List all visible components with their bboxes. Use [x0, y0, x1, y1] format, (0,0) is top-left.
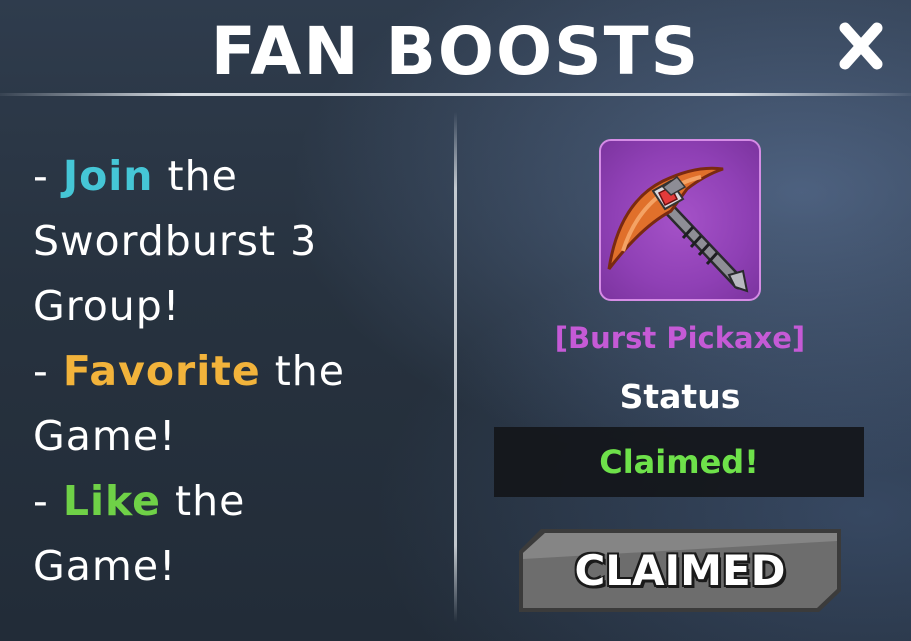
instruction-join: - Join the — [33, 144, 443, 209]
reward-item-name: [Burst Pickaxe] — [554, 321, 806, 355]
instruction-text: the — [153, 152, 238, 200]
panel-title: FAN BOOSTS — [210, 13, 701, 90]
reward-item-slot — [599, 139, 761, 301]
instruction-text: the — [160, 477, 246, 525]
title-divider — [0, 93, 911, 96]
instruction-text: Swordburst 3 — [33, 217, 318, 265]
status-box: Claimed! — [494, 427, 864, 497]
claimed-button[interactable]: CLAIMED — [519, 529, 841, 612]
bullet-dash: - — [33, 347, 63, 395]
highlight-join: Join — [62, 152, 154, 200]
instruction-like: - Like the — [33, 469, 443, 534]
instruction-text: the — [260, 347, 346, 395]
column-divider — [454, 112, 457, 622]
highlight-favorite: Favorite — [62, 347, 261, 395]
claimed-button-label: CLAIMED — [574, 546, 786, 595]
bullet-dash: - — [33, 152, 63, 200]
instruction-text: Group! — [33, 282, 181, 330]
status-value: Claimed! — [599, 443, 759, 481]
close-button[interactable] — [833, 18, 889, 74]
fan-boosts-panel: FAN BOOSTS - Join the Swordburst 3 Group… — [0, 0, 911, 641]
bullet-dash: - — [33, 477, 63, 525]
burst-pickaxe-icon — [607, 166, 749, 293]
instruction-text: Game! — [33, 542, 177, 590]
highlight-like: Like — [62, 477, 161, 525]
instruction-text: Game! — [33, 412, 177, 460]
close-icon — [839, 22, 883, 70]
instruction-favorite: - Favorite the — [33, 339, 443, 404]
instructions-list: - Join the Swordburst 3 Group! - Favorit… — [33, 144, 443, 599]
status-label: Status — [619, 377, 741, 416]
